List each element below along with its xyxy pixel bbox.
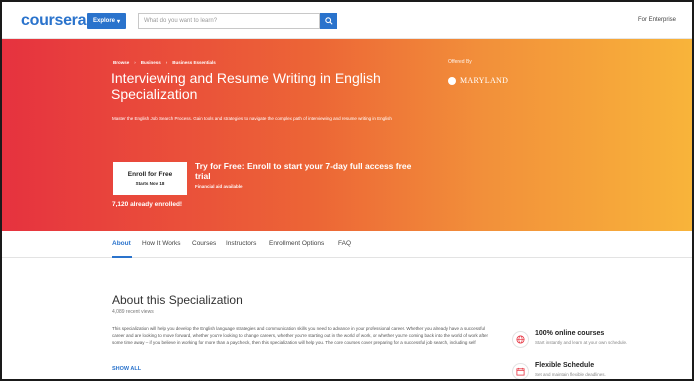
enroll-label: Enroll for Free [127,171,173,178]
chevron-down-icon: ▾ [117,18,121,25]
search-placeholder: What do you want to learn? [144,18,218,24]
search-input[interactable]: What do you want to learn? [138,13,320,29]
tab-faq[interactable]: FAQ [338,240,351,247]
breadcrumb-browse[interactable]: Browse [113,60,129,65]
show-all-link[interactable]: SHOW ALL [112,366,141,372]
active-tab-indicator [112,256,132,258]
coursera-logo[interactable]: coursera [21,12,87,30]
feature-subtitle: Set and maintain flexible deadlines. [535,372,606,377]
breadcrumb-separator: › [134,60,136,65]
financial-aid-link[interactable]: Financial aid available [195,184,243,189]
for-enterprise-link[interactable]: For Enterprise [638,17,676,23]
hero-banner: Browse › Business › Business Essentials … [2,39,692,231]
page-title: Interviewing and Resume Writing in Engli… [111,70,381,102]
offered-by-label: Offered By [448,59,472,65]
breadcrumb-separator: › [165,60,168,65]
page-frame: coursera Explore ▾ What do you want to l… [0,0,694,381]
breadcrumb-business-essentials[interactable]: Business Essentials [172,60,216,65]
university-name: MARYLAND [460,76,509,85]
tab-enrollment-options[interactable]: Enrollment Options [269,240,324,247]
feature-online: 100% online courses Start instantly and … [512,330,627,348]
breadcrumb: Browse › Business › Business Essentials [113,60,216,65]
tab-about[interactable]: About [112,240,131,247]
recent-views: 4,089 recent views [112,309,154,315]
globe-icon [512,331,529,348]
tab-how-it-works[interactable]: How It Works [142,240,181,247]
about-description: This specialization will help you develo… [112,326,489,345]
search-button[interactable] [320,13,337,29]
feature-title: Flexible Schedule [535,362,595,369]
university-logo[interactable]: MARYLAND [448,76,508,85]
breadcrumb-business[interactable]: Business [141,60,161,65]
explore-button[interactable]: Explore ▾ [87,13,126,29]
enroll-start-date: Starts Nov 18 [135,181,165,186]
tab-courses[interactable]: Courses [192,240,216,247]
section-tabs: About How It Works Courses Instructors E… [2,231,692,258]
page-subtitle: Master the English Job Search Process. G… [112,116,392,121]
calendar-icon [512,363,529,379]
search-icon [324,17,333,25]
about-title: About this Specialization [112,293,243,307]
feature-schedule: Flexible Schedule Set and maintain flexi… [512,362,606,379]
enrolled-count: 7,120 already enrolled! [112,201,183,208]
free-trial-text: Try for Free: Enroll to start your 7-day… [195,161,412,181]
feature-title: 100% online courses [535,330,605,337]
enroll-button[interactable]: Enroll for Free Starts Nov 18 [113,162,187,195]
tab-instructors[interactable]: Instructors [226,240,256,247]
university-seal-icon [448,76,456,85]
explore-label: Explore [92,18,115,24]
feature-subtitle: Start instantly and learn at your own sc… [535,340,628,345]
top-nav: coursera Explore ▾ What do you want to l… [2,2,692,39]
